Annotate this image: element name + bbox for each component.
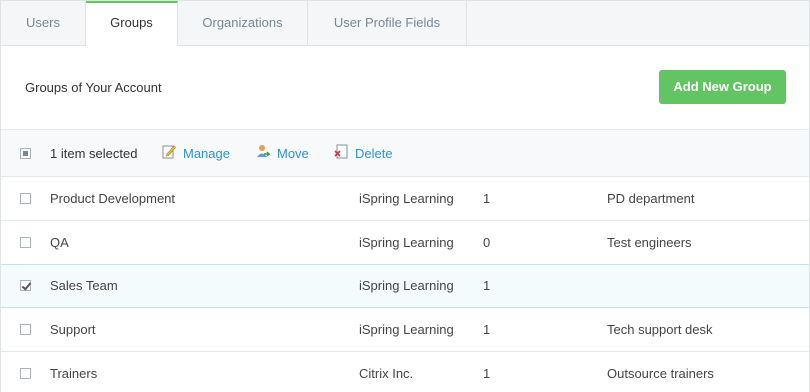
table-row[interactable]: Product Development iSpring Learning 1 P…	[1, 177, 809, 221]
group-name: Support	[50, 322, 96, 337]
group-member-count: 1	[483, 278, 491, 293]
table-row[interactable]: Trainers Citrix Inc. 1 Outsource trainer…	[1, 352, 809, 392]
group-name: QA	[50, 235, 69, 250]
add-new-group-button[interactable]: Add New Group	[659, 70, 786, 104]
tab-bar: Users Groups Organizations User Profile …	[1, 1, 809, 47]
tab-users[interactable]: Users	[1, 1, 86, 46]
tab-groups[interactable]: Groups	[86, 1, 178, 47]
group-organization: iSpring Learning	[359, 235, 454, 250]
table-row[interactable]: QA iSpring Learning 0 Test engineers	[1, 221, 809, 265]
group-member-count: 1	[483, 366, 491, 381]
group-name: Sales Team	[50, 278, 118, 293]
group-organization: iSpring Learning	[359, 278, 454, 293]
group-description: Tech support desk	[607, 322, 713, 337]
row-checkbox-checked[interactable]	[20, 280, 31, 291]
group-member-count: 0	[483, 235, 491, 250]
groups-panel: Users Groups Organizations User Profile …	[0, 0, 810, 392]
move-user-icon[interactable]	[256, 144, 270, 159]
group-description: Outsource trainers	[607, 366, 714, 381]
move-button[interactable]: Move	[277, 146, 309, 161]
table-row-selected[interactable]: Sales Team iSpring Learning 1	[1, 264, 809, 308]
delete-button[interactable]: Delete	[355, 146, 393, 161]
row-checkbox[interactable]	[20, 237, 31, 248]
table-row[interactable]: Support iSpring Learning 1 Tech support …	[1, 308, 809, 352]
edit-icon[interactable]	[162, 144, 176, 159]
group-member-count: 1	[483, 191, 491, 206]
group-organization: iSpring Learning	[359, 191, 454, 206]
delete-icon[interactable]	[334, 144, 348, 159]
manage-button[interactable]: Manage	[183, 146, 230, 161]
page-title: Groups of Your Account	[25, 80, 162, 95]
row-checkbox[interactable]	[20, 368, 31, 379]
select-all-checkbox[interactable]	[20, 148, 31, 159]
group-description: Test engineers	[607, 235, 692, 250]
tab-user-profile-fields[interactable]: User Profile Fields	[308, 1, 467, 46]
group-member-count: 1	[483, 322, 491, 337]
row-checkbox[interactable]	[20, 324, 31, 335]
group-name: Product Development	[50, 191, 176, 206]
tab-organizations[interactable]: Organizations	[178, 1, 308, 46]
selection-toolbar: 1 item selected Manage Move Delete	[1, 130, 809, 177]
selection-count: 1 item selected	[50, 146, 138, 161]
page-header: Groups of Your Account Add New Group	[1, 46, 809, 130]
group-organization: Citrix Inc.	[359, 366, 414, 381]
row-checkbox[interactable]	[20, 193, 31, 204]
group-name: Trainers	[50, 366, 98, 381]
group-description: PD department	[607, 191, 695, 206]
group-organization: iSpring Learning	[359, 322, 454, 337]
